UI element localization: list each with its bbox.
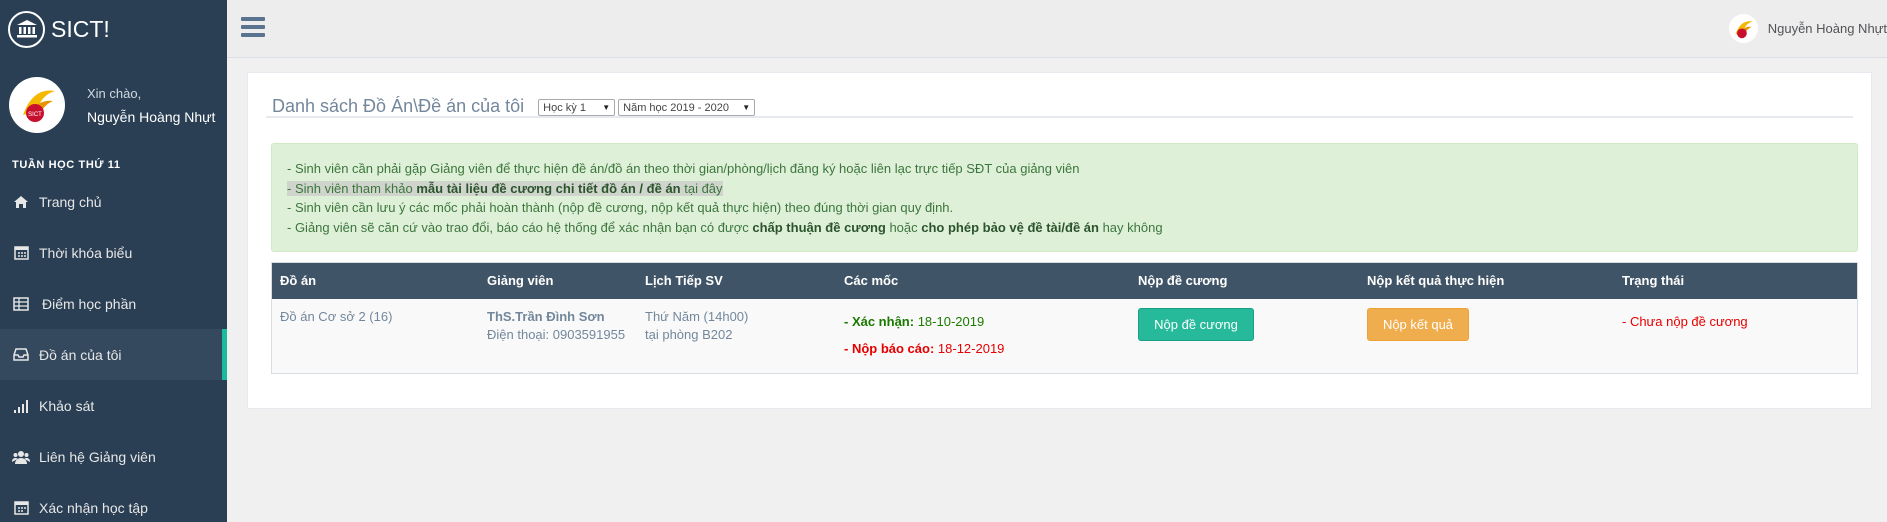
column-header: Nộp kết quả thực hiện — [1367, 273, 1505, 288]
column-header: Nộp đề cương — [1138, 273, 1228, 288]
users-icon — [12, 448, 30, 466]
signal-icon — [12, 397, 30, 415]
greeting: Xin chào, — [87, 85, 142, 101]
institution-icon — [8, 10, 45, 48]
projects-panel: Danh sách Đồ Án\Đề án của tôi Học kỳ 1 ▼… — [247, 72, 1872, 409]
sidebar-item-label: Điểm học phần — [42, 295, 137, 312]
sidebar-item-my-projects[interactable]: Đồ án của tôi — [0, 329, 227, 380]
column-header: Giảng viên — [487, 273, 554, 288]
notice-alert: - Sinh viên cần phải gặp Giảng viên để t… — [271, 143, 1858, 252]
milestone-report: - Nộp báo cáo: 18-12-2019 — [844, 341, 1005, 356]
brand[interactable]: SICT! — [0, 0, 227, 58]
sidebar-item-survey[interactable]: Khảo sát — [0, 380, 227, 431]
sidebar-item-label: Liên hệ Giảng viên — [39, 448, 156, 465]
column-header: Lịch Tiếp SV — [645, 273, 723, 288]
status-text: - Chưa nộp đề cương — [1622, 314, 1748, 329]
schedule-day: Thứ Năm (14h00) — [645, 309, 749, 324]
notice-line: - Sinh viên cần phải gặp Giảng viên để t… — [287, 161, 1080, 176]
user-avatar — [1728, 14, 1758, 43]
table-header: Đồ án Giảng viên Lịch Tiếp SV Các mốc Nộ… — [272, 263, 1857, 299]
chevron-down-icon: ▼ — [742, 103, 751, 112]
sidebar-item-label: Xác nhận học tập — [39, 499, 148, 516]
avatar[interactable]: SICT — [9, 77, 65, 133]
sidebar: SICT! SICT Xin chào, Nguyễn Hoàng Nhựt T… — [0, 0, 227, 522]
user-menu[interactable]: Nguyễn Hoàng Nhựt — [1728, 14, 1887, 43]
page-title: Danh sách Đồ Án\Đề án của tôi — [272, 96, 525, 116]
column-header: Trạng thái — [1622, 273, 1685, 288]
notice-line: - Sinh viên cần lưu ý các mốc phải hoàn … — [287, 200, 954, 215]
submit-outline-button[interactable]: Nộp đề cương — [1138, 308, 1254, 341]
sidebar-item-label: Trang chủ — [39, 193, 102, 210]
sidebar-item-study-confirmation[interactable]: Xác nhận học tập — [0, 482, 227, 522]
notice-line: - Giảng viên sẽ căn cứ vào trao đổi, báo… — [287, 219, 1163, 235]
schedule-room: tại phòng B202 — [645, 327, 733, 342]
project-name: Đồ án Cơ sở 2 (16) — [280, 309, 393, 324]
panel-header: Danh sách Đồ Án\Đề án của tôi Học kỳ 1 ▼… — [266, 84, 1853, 118]
svg-text:SICT: SICT — [28, 112, 42, 118]
sidebar-item-label: Thời khóa biểu — [39, 244, 133, 261]
inbox-icon — [12, 346, 30, 364]
template-link[interactable]: - Sinh viên tham khảo mẫu tài liệu đề cư… — [287, 180, 723, 196]
sidebar-item-label: Đồ án của tôi — [39, 346, 122, 363]
profile: SICT Xin chào, Nguyễn Hoàng Nhựt — [0, 58, 227, 152]
semester-select-value: Học kỳ 1 — [543, 101, 586, 114]
table-icon — [12, 295, 30, 313]
lecturer-phone: Điện thoại: 0903591955 — [487, 327, 626, 342]
notice-line: - Sinh viên tham khảo mẫu tài liệu đề cư… — [287, 179, 1857, 199]
calendar-icon — [12, 244, 30, 262]
table-row: Đồ án Cơ sở 2 (16) ThS.Trần Đình Sơn Điệ… — [272, 299, 1857, 373]
hamburger-icon[interactable] — [241, 17, 265, 39]
submit-result-button[interactable]: Nộp kết quả — [1367, 308, 1469, 341]
semester-select[interactable]: Học kỳ 1 ▼ — [538, 99, 616, 116]
chevron-down-icon: ▼ — [602, 103, 611, 112]
sidebar-item-label: Khảo sát — [39, 397, 95, 414]
column-header: Các mốc — [844, 273, 899, 288]
home-icon — [12, 193, 30, 211]
year-select-value: Năm học 2019 - 2020 — [623, 101, 729, 114]
brand-name: SICT! — [51, 15, 110, 42]
milestone-confirm: - Xác nhận: 18-10-2019 — [844, 314, 985, 329]
sidebar-item-grades[interactable]: Điểm học phần — [0, 278, 227, 329]
sidebar-item-home[interactable]: Trang chủ — [0, 176, 227, 227]
year-select[interactable]: Năm học 2019 - 2020 ▼ — [618, 99, 756, 116]
sidebar-item-contact-lecturer[interactable]: Liên hệ Giảng viên — [0, 431, 227, 482]
top-navbar: Nguyễn Hoàng Nhựt — [227, 0, 1887, 58]
projects-table: Đồ án Giảng viên Lịch Tiếp SV Các mốc Nộ… — [271, 262, 1858, 374]
column-header: Đồ án — [280, 273, 317, 288]
week-label: TUẦN HỌC THỨ 11 — [12, 159, 121, 171]
profile-name: Nguyễn Hoàng Nhựt — [87, 108, 216, 125]
user-name: Nguyễn Hoàng Nhựt — [1767, 21, 1887, 36]
calendar-check-icon — [12, 499, 30, 517]
lecturer-name: ThS.Trần Đình Sơn — [487, 309, 605, 324]
sidebar-item-timetable[interactable]: Thời khóa biểu — [0, 227, 227, 278]
